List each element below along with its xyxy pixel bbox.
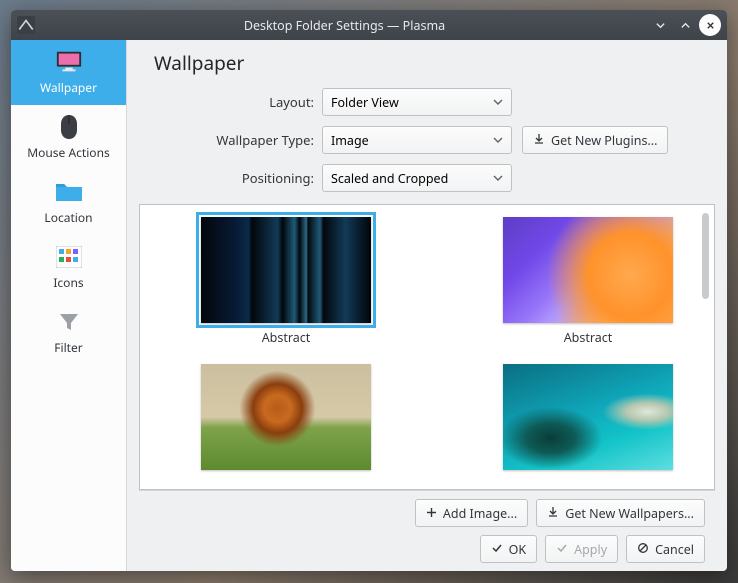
plus-icon [426, 505, 437, 522]
check-icon [491, 541, 503, 558]
folder-icon [55, 180, 83, 204]
get-new-wallpapers-label: Get New Wallpapers... [565, 505, 694, 522]
form-area: Layout: Folder View Wallpaper Type: Imag… [157, 88, 715, 202]
titlebar: Desktop Folder Settings — Plasma [11, 10, 727, 40]
sidebar-item-label: Wallpaper [40, 79, 97, 96]
wallpaper-type-value: Image [331, 132, 369, 149]
block-icon [637, 541, 649, 558]
check-icon [556, 541, 568, 558]
sidebar-item-filter[interactable]: Filter [11, 300, 126, 365]
wallpaper-thumbnail[interactable] [503, 217, 673, 323]
wallpaper-type-label: Wallpaper Type: [157, 131, 322, 149]
positioning-label: Positioning: [157, 169, 322, 187]
page-title: Wallpaper [154, 50, 715, 76]
sidebar-item-mouse-actions[interactable]: Mouse Actions [11, 105, 126, 170]
layout-label: Layout: [157, 93, 322, 111]
sidebar-item-icons[interactable]: Icons [11, 235, 126, 300]
sidebar-item-label: Mouse Actions [27, 144, 109, 161]
sidebar: Wallpaper Mouse Actions Location Icons [11, 40, 127, 571]
wallpaper-item [482, 364, 694, 476]
get-new-wallpapers-button[interactable]: Get New Wallpapers... [536, 499, 705, 527]
sidebar-item-label: Filter [54, 339, 82, 356]
get-new-plugins-button[interactable]: Get New Plugins... [522, 126, 668, 154]
wallpaper-item: Abstract [482, 217, 694, 346]
wallpaper-item [180, 364, 392, 476]
positioning-value: Scaled and Cropped [331, 170, 448, 187]
add-image-label: Add Image... [443, 505, 517, 522]
wallpaper-item: Abstract [180, 217, 392, 346]
wallpaper-name: Abstract [564, 329, 613, 346]
mouse-icon [55, 115, 83, 139]
ok-label: OK [509, 541, 527, 558]
main-panel: Wallpaper Layout: Folder View Wallpaper … [127, 40, 727, 571]
icons-grid-icon [55, 245, 83, 269]
apply-button[interactable]: Apply [545, 535, 618, 563]
download-icon [547, 505, 559, 522]
cancel-button[interactable]: Cancel [626, 535, 705, 563]
chevron-down-icon [493, 132, 503, 149]
sidebar-item-location[interactable]: Location [11, 170, 126, 235]
sidebar-item-label: Location [44, 209, 92, 226]
window-close-button[interactable] [699, 14, 721, 36]
wallpaper-thumbnail[interactable] [201, 217, 371, 323]
window-title: Desktop Folder Settings — Plasma [43, 17, 646, 34]
sidebar-item-wallpaper[interactable]: Wallpaper [11, 40, 126, 105]
funnel-icon [55, 310, 83, 334]
wallpaper-type-combo[interactable]: Image [322, 126, 512, 154]
settings-window: Desktop Folder Settings — Plasma Wallpap… [11, 10, 727, 571]
layout-combo[interactable]: Folder View [322, 88, 512, 116]
get-new-plugins-label: Get New Plugins... [551, 132, 657, 149]
wallpaper-thumbnail[interactable] [503, 364, 673, 470]
add-image-button[interactable]: Add Image... [415, 499, 528, 527]
wallpaper-name: Abstract [262, 329, 311, 346]
positioning-combo[interactable]: Scaled and Cropped [322, 164, 512, 192]
window-minimize-button[interactable] [649, 14, 671, 36]
app-icon [17, 16, 35, 34]
wallpaper-thumbnail[interactable] [201, 364, 371, 470]
download-icon [533, 132, 545, 149]
gallery-scrollbar[interactable] [702, 213, 709, 299]
sidebar-item-label: Icons [53, 274, 83, 291]
wallpaper-gallery: Abstract Abstract [139, 204, 715, 490]
ok-button[interactable]: OK [480, 535, 538, 563]
monitor-icon [55, 50, 83, 74]
dialog-footer: Add Image... Get New Wallpapers... [139, 490, 715, 571]
apply-label: Apply [574, 541, 607, 558]
cancel-label: Cancel [655, 541, 694, 558]
chevron-down-icon [493, 170, 503, 187]
chevron-down-icon [493, 94, 503, 111]
layout-combo-value: Folder View [331, 94, 399, 111]
window-maximize-button[interactable] [674, 14, 696, 36]
